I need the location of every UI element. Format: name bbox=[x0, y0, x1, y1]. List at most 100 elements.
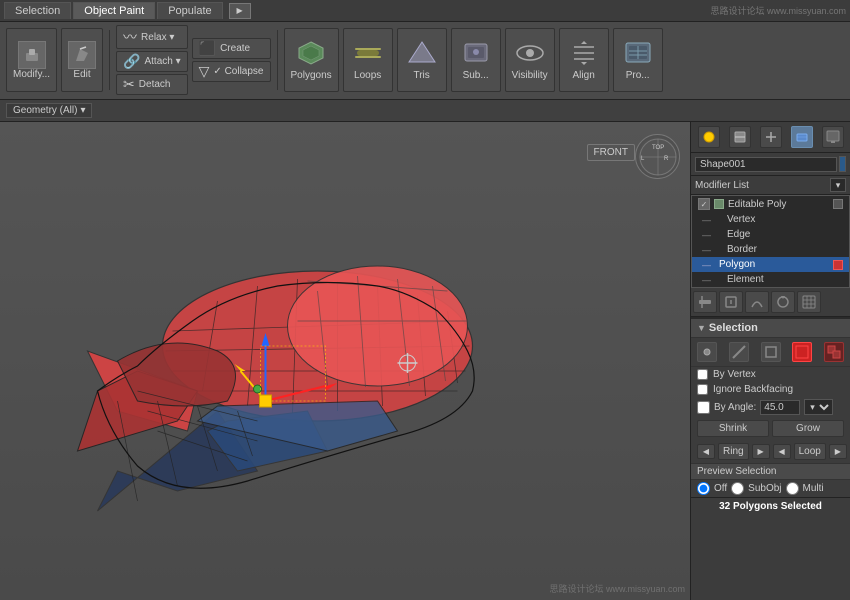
edit-icon bbox=[68, 41, 96, 69]
watermark: 思路设计论坛 www.missyuan.com bbox=[549, 582, 685, 595]
loop-prev-button[interactable]: ◀ bbox=[773, 444, 791, 459]
sel-icon-element[interactable] bbox=[824, 342, 844, 362]
angle-value-input[interactable] bbox=[760, 400, 800, 415]
preview-selection-header: Preview Selection bbox=[691, 463, 850, 480]
preview-off-radio[interactable] bbox=[697, 482, 710, 495]
create-button[interactable]: ⬛ Create bbox=[192, 38, 271, 59]
modifier-edge[interactable]: — Edge bbox=[692, 227, 849, 242]
sel-icon-edge[interactable] bbox=[729, 342, 749, 362]
grow-button[interactable]: Grow bbox=[772, 420, 844, 437]
modifier-vertex[interactable]: — Vertex bbox=[692, 212, 849, 227]
shrink-grow-row: Shrink Grow bbox=[691, 417, 850, 440]
ring-next-button[interactable]: ▶ bbox=[752, 444, 770, 459]
polygons-button[interactable]: Polygons bbox=[284, 28, 339, 92]
modify-button[interactable]: Modify... bbox=[6, 28, 57, 92]
detach-icon: ✂ bbox=[123, 76, 135, 93]
preview-multi-label: Multi bbox=[803, 483, 824, 494]
visibility-icon bbox=[515, 40, 545, 68]
preview-subobj-label: SubObj bbox=[748, 483, 781, 494]
modifier-list-label: Modifier List ▾ bbox=[691, 176, 850, 195]
modifier-editable-poly[interactable]: ✓ Editable Poly bbox=[692, 196, 849, 212]
viewport[interactable]: FRONT TOP R L bbox=[0, 122, 690, 600]
sel-icons-row bbox=[691, 338, 850, 367]
tab-populate[interactable]: Populate bbox=[157, 2, 222, 19]
sel-icon-vertex[interactable] bbox=[697, 342, 717, 362]
panel-tools-row bbox=[691, 288, 850, 317]
ignore-backfacing-checkbox[interactable] bbox=[697, 384, 708, 395]
collapse-button[interactable]: ▽ ✓ Collapse bbox=[192, 61, 271, 82]
panel-tool-1[interactable] bbox=[693, 291, 717, 313]
visibility-button[interactable]: Visibility bbox=[505, 28, 555, 92]
align-button[interactable]: Align bbox=[559, 28, 609, 92]
toolbar-tabs: Selection Object Paint Populate ▶ 思路设计论坛… bbox=[0, 0, 850, 22]
modifier-polygon[interactable]: — Polygon bbox=[692, 257, 849, 272]
ignore-backfacing-label: Ignore Backfacing bbox=[713, 384, 793, 395]
modifier-element[interactable]: — Element bbox=[692, 272, 849, 287]
panel-tool-2[interactable] bbox=[719, 291, 743, 313]
loops-button[interactable]: Loops bbox=[343, 28, 393, 92]
preview-multi-radio[interactable] bbox=[786, 482, 799, 495]
modify-icon bbox=[18, 41, 46, 69]
by-angle-checkbox[interactable] bbox=[697, 401, 710, 414]
panel-tool-3[interactable] bbox=[745, 291, 769, 313]
modifier-list-dropdown-btn[interactable]: ▾ bbox=[830, 178, 846, 192]
sub-button[interactable]: Sub... bbox=[451, 28, 501, 92]
panel-tab-hierarchy[interactable] bbox=[760, 126, 782, 148]
loop-next-arrow: ▶ bbox=[835, 447, 841, 456]
modifier-border[interactable]: — Border bbox=[692, 242, 849, 257]
ring-prev-button[interactable]: ◀ bbox=[697, 444, 715, 459]
watermark-top: 思路设计论坛 www.missyuan.com bbox=[710, 4, 846, 17]
navigation-gizmo[interactable]: TOP R L bbox=[635, 134, 680, 179]
detach-button[interactable]: ✂ Detach bbox=[116, 74, 188, 95]
polygon-swatch[interactable] bbox=[833, 260, 843, 270]
loop-button[interactable]: Loop bbox=[794, 443, 826, 460]
panel-tab-create[interactable] bbox=[698, 126, 720, 148]
create-group: ⬛ Create ▽ ✓ Collapse bbox=[192, 28, 271, 92]
panel-tab-modify[interactable] bbox=[729, 126, 751, 148]
loop-next-button[interactable]: ▶ bbox=[829, 444, 847, 459]
right-panel: Modifier List ▾ ✓ Editable Poly — Vertex… bbox=[690, 122, 850, 600]
selection-arrow: ▼ bbox=[697, 323, 706, 333]
modifier-check[interactable]: ✓ bbox=[698, 198, 710, 210]
loops-icon bbox=[353, 40, 383, 68]
sel-icon-polygon[interactable] bbox=[792, 342, 812, 362]
panel-tab-motion[interactable] bbox=[791, 126, 813, 148]
preview-subobj-radio[interactable] bbox=[731, 482, 744, 495]
preview-radio-row: Off SubObj Multi bbox=[691, 480, 850, 497]
tab-object-paint[interactable]: Object Paint bbox=[73, 2, 155, 19]
sub-toolbar: Geometry (All) ▾ bbox=[0, 100, 850, 122]
tris-button[interactable]: Tris bbox=[397, 28, 447, 92]
object-name-input[interactable] bbox=[695, 157, 837, 172]
relax-button[interactable]: 〰 Relax ▾ bbox=[116, 25, 188, 49]
fish-model bbox=[18, 191, 588, 531]
attach-button[interactable]: 🔗 Attach ▾ bbox=[116, 51, 188, 72]
edit-button[interactable]: Edit bbox=[61, 28, 103, 92]
by-vertex-label: By Vertex bbox=[713, 369, 756, 380]
selection-section: ▼ Selection bbox=[691, 317, 850, 515]
panel-tab-display[interactable] bbox=[822, 126, 844, 148]
separator-1 bbox=[109, 30, 110, 90]
angle-dropdown[interactable]: ▾ bbox=[804, 399, 833, 415]
panel-tool-4[interactable] bbox=[771, 291, 795, 313]
by-vertex-checkbox[interactable] bbox=[697, 369, 708, 380]
color-swatch[interactable] bbox=[839, 156, 846, 172]
ring-next-arrow: ▶ bbox=[758, 447, 764, 456]
main-area: FRONT TOP R L bbox=[0, 122, 850, 600]
geometry-dropdown[interactable]: Geometry (All) ▾ bbox=[6, 103, 92, 118]
pro-button[interactable]: Pro... bbox=[613, 28, 663, 92]
panel-tool-5[interactable] bbox=[797, 291, 821, 313]
collapse-icon: ▽ bbox=[199, 63, 210, 80]
ring-button[interactable]: Ring bbox=[718, 443, 749, 460]
tab-selection[interactable]: Selection bbox=[4, 2, 71, 19]
svg-text:R: R bbox=[664, 156, 669, 162]
sel-icon-border[interactable] bbox=[761, 342, 781, 362]
modifier-settings[interactable] bbox=[833, 199, 843, 209]
selection-header: ▼ Selection bbox=[691, 319, 850, 338]
shrink-button[interactable]: Shrink bbox=[697, 420, 769, 437]
object-name-field bbox=[691, 153, 850, 176]
relax-icon: 〰 bbox=[123, 27, 137, 47]
attach-icon: 🔗 bbox=[123, 53, 140, 70]
tris-icon bbox=[407, 40, 437, 68]
by-angle-label: By Angle: bbox=[714, 402, 756, 413]
toolbar-extra-btn[interactable]: ▶ bbox=[229, 3, 251, 19]
